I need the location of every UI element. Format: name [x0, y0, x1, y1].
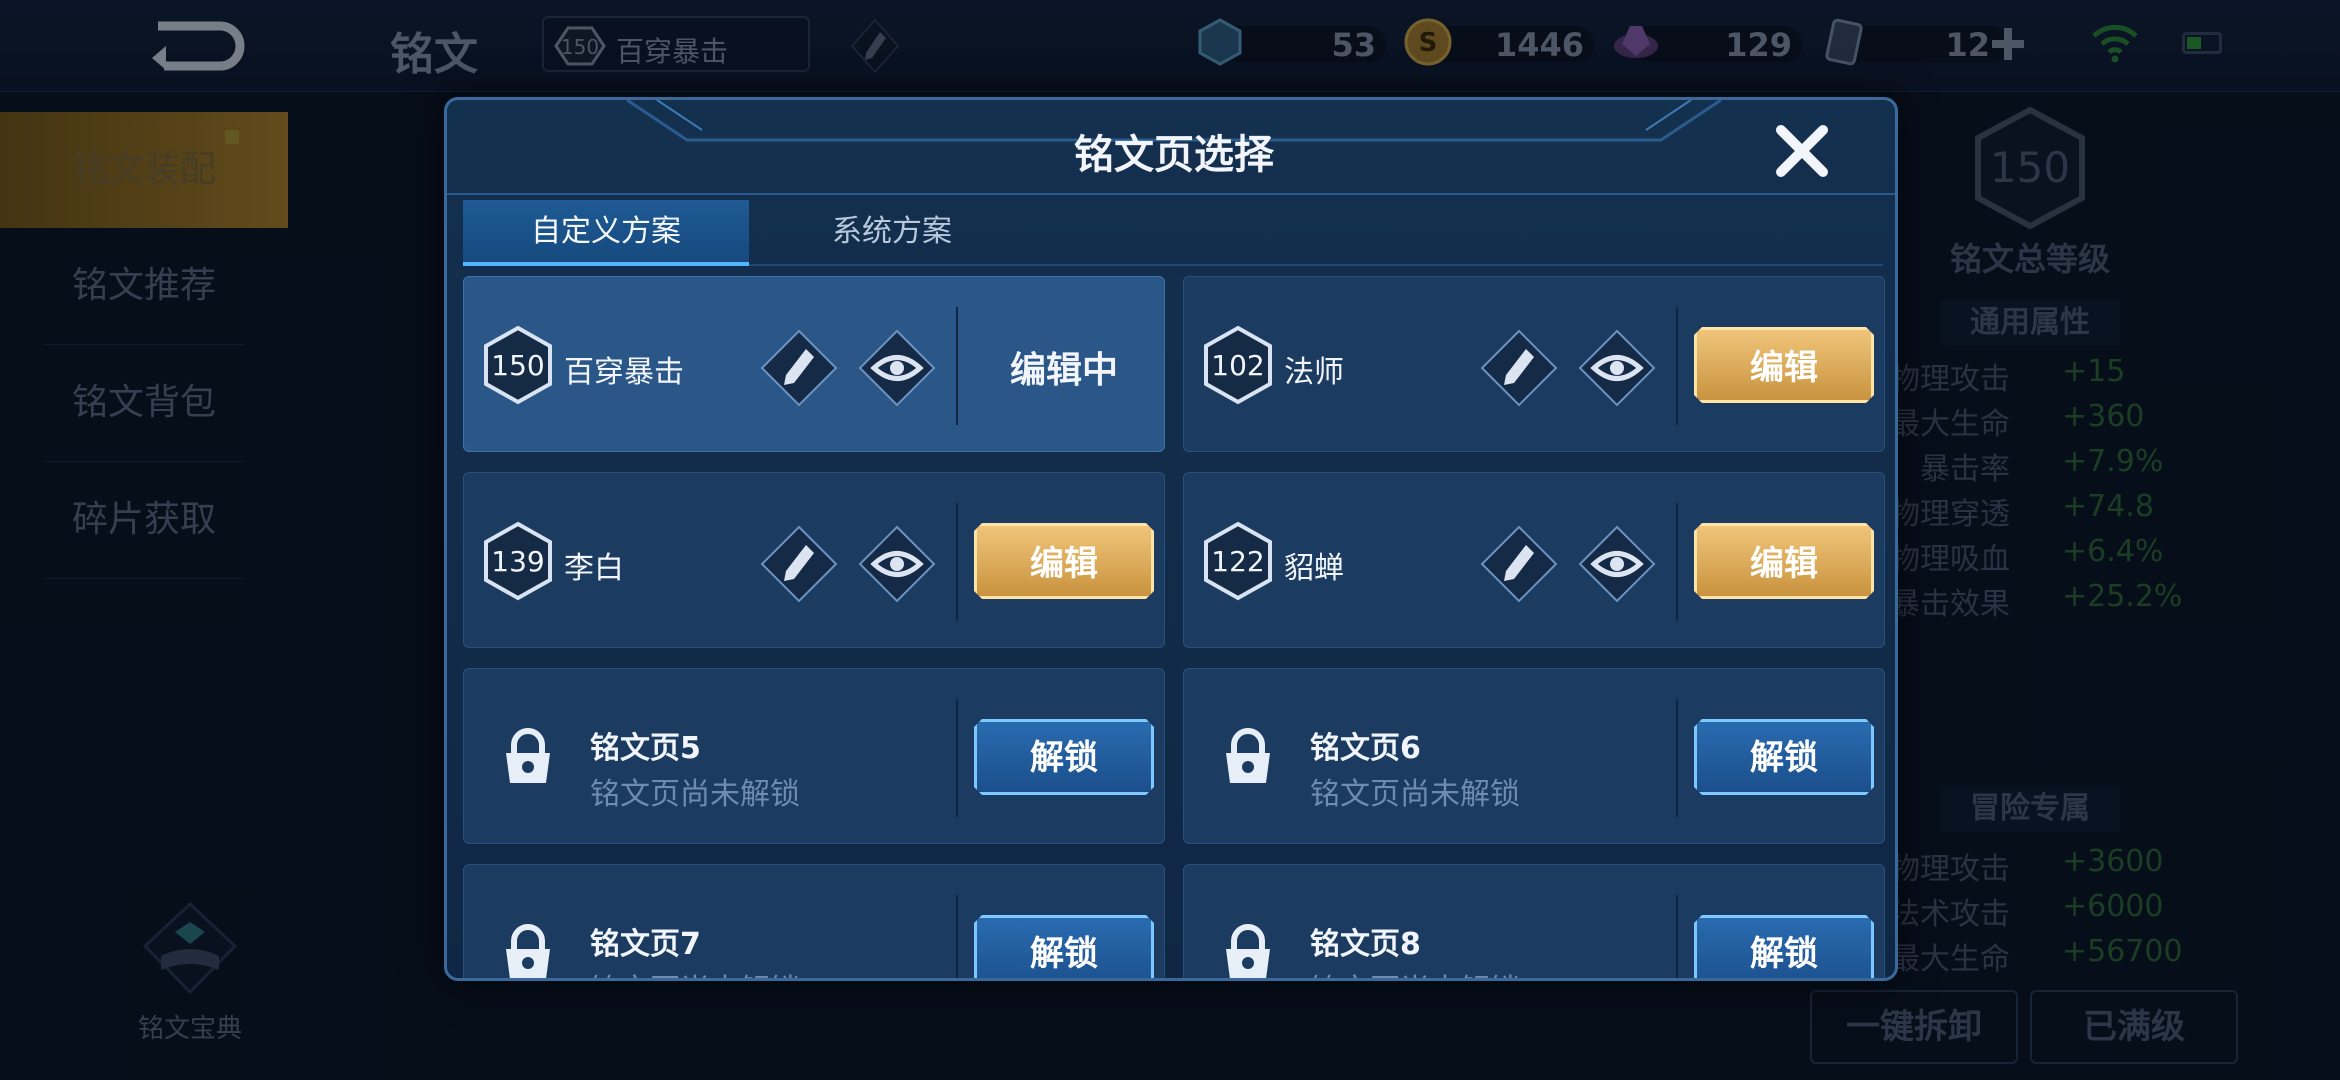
svg-text:139: 139	[491, 545, 544, 578]
unlock-button[interactable]: 解锁	[1694, 915, 1874, 981]
locked-page-card[interactable]: 铭文页6 铭文页尚未解锁 解锁	[1183, 668, 1885, 844]
eye-icon[interactable]	[858, 329, 936, 407]
svg-text:102: 102	[1211, 349, 1264, 382]
card-divider	[1676, 895, 1678, 978]
pencil-icon[interactable]	[1480, 525, 1558, 603]
locked-page-title: 铭文页5	[590, 731, 701, 766]
card-divider	[1676, 699, 1678, 817]
edit-button[interactable]: 编辑	[974, 523, 1154, 599]
unlock-button[interactable]: 解锁	[974, 915, 1154, 981]
locked-page-subtitle: 铭文页尚未解锁	[1310, 965, 1520, 978]
tab-system[interactable]: 系统方案	[749, 200, 1035, 266]
rune-page-list[interactable]: 150 百穿暴击 编辑中 102 法师 编辑 139 李白 编辑 122 貂蝉 …	[463, 276, 1885, 981]
level-hexagon-icon: 150	[484, 325, 552, 405]
locked-page-card[interactable]: 铭文页8 铭文页尚未解锁 解锁	[1183, 864, 1885, 981]
tab-bar: 自定义方案 系统方案	[463, 200, 1883, 266]
card-divider	[956, 699, 958, 817]
locked-page-subtitle: 铭文页尚未解锁	[1310, 777, 1520, 812]
close-icon[interactable]	[1767, 116, 1837, 186]
page-name: 法师	[1284, 355, 1344, 390]
rune-page-card[interactable]: 102 法师 编辑	[1183, 276, 1885, 452]
locked-page-title: 铭文页8	[1310, 927, 1421, 962]
unlock-button[interactable]: 解锁	[974, 719, 1154, 795]
level-hexagon-icon: 122	[1204, 521, 1272, 601]
edit-button[interactable]: 编辑	[1694, 327, 1874, 403]
locked-page-subtitle: 铭文页尚未解锁	[590, 965, 800, 978]
card-divider	[1676, 307, 1678, 425]
card-divider	[956, 503, 958, 621]
svg-text:122: 122	[1211, 545, 1264, 578]
edit-button[interactable]: 编辑	[1694, 523, 1874, 599]
page-name: 貂蝉	[1284, 551, 1344, 586]
locked-page-subtitle: 铭文页尚未解锁	[590, 777, 800, 812]
lock-icon	[1226, 924, 1270, 978]
eye-icon[interactable]	[1578, 525, 1656, 603]
svg-text:150: 150	[491, 349, 544, 382]
unlock-button[interactable]: 解锁	[1694, 719, 1874, 795]
level-hexagon-icon: 102	[1204, 325, 1272, 405]
card-divider	[956, 895, 958, 978]
locked-page-title: 铭文页6	[1310, 731, 1421, 766]
locked-page-card[interactable]: 铭文页5 铭文页尚未解锁 解锁	[463, 668, 1165, 844]
page-name: 百穿暴击	[564, 355, 684, 390]
page-name: 李白	[564, 551, 624, 586]
card-divider	[1676, 503, 1678, 621]
pencil-icon[interactable]	[760, 525, 838, 603]
rune-page-card[interactable]: 139 李白 编辑	[463, 472, 1165, 648]
lock-icon	[506, 924, 550, 978]
eye-icon[interactable]	[858, 525, 936, 603]
rune-page-card[interactable]: 122 貂蝉 编辑	[1183, 472, 1885, 648]
tab-custom[interactable]: 自定义方案	[463, 200, 749, 266]
lock-icon	[1226, 728, 1270, 783]
lock-icon	[506, 728, 550, 783]
dialog-title: 铭文页选择	[1074, 132, 1274, 178]
editing-status: 编辑中	[1009, 350, 1118, 391]
eye-icon[interactable]	[1578, 329, 1656, 407]
rune-page-card[interactable]: 150 百穿暴击 编辑中	[463, 276, 1165, 452]
pencil-icon[interactable]	[1480, 329, 1558, 407]
locked-page-card[interactable]: 铭文页7 铭文页尚未解锁 解锁	[463, 864, 1165, 981]
rune-page-select-dialog: 铭文页选择 自定义方案 系统方案 150 百穿暴击 编辑中 102 法师 编辑 …	[444, 97, 1898, 981]
locked-page-title: 铭文页7	[590, 927, 701, 962]
card-divider	[956, 307, 958, 425]
pencil-icon[interactable]	[760, 329, 838, 407]
level-hexagon-icon: 139	[484, 521, 552, 601]
